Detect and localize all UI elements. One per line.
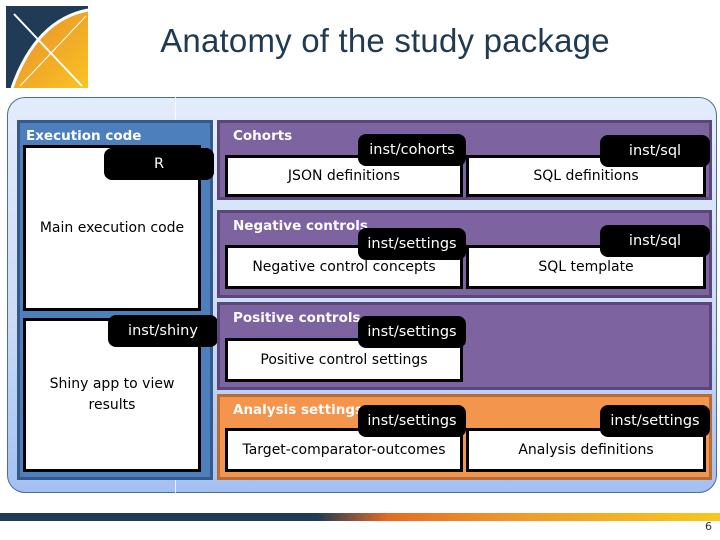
positive-controls-settings-tag: inst/settings bbox=[358, 316, 466, 348]
sql-definitions-label: SQL definitions bbox=[533, 167, 639, 184]
shiny-folder-tag: inst/shiny bbox=[108, 315, 218, 347]
negative-controls-sql-tag: inst/sql bbox=[600, 225, 710, 257]
analysis-settings-title: Analysis settings bbox=[233, 402, 364, 418]
negative-controls-settings-tag: inst/settings bbox=[358, 228, 466, 260]
slide-title: Anatomy of the study package bbox=[160, 22, 610, 59]
cohorts-folder-label: inst/cohorts bbox=[369, 142, 455, 158]
analysis-settings-left-tag: inst/settings bbox=[358, 405, 466, 437]
cohorts-title: Cohorts bbox=[233, 128, 293, 144]
cohorts-sql-folder-label: inst/sql bbox=[628, 143, 682, 159]
r-folder-label: R bbox=[153, 156, 165, 172]
shiny-app-label: Shiny app to view results bbox=[49, 376, 175, 413]
sql-template-label: SQL template bbox=[538, 258, 634, 275]
analysis-definitions-label: Analysis definitions bbox=[518, 441, 654, 458]
main-execution-code-label: Main execution code bbox=[39, 219, 185, 236]
footer-gradient-bar bbox=[0, 513, 720, 521]
analysis-settings-left-label: inst/settings bbox=[367, 413, 457, 429]
cohorts-sql-folder-tag: inst/sql bbox=[600, 135, 710, 167]
positive-controls-settings-label: inst/settings bbox=[367, 324, 457, 340]
analysis-settings-right-label: inst/settings bbox=[610, 413, 700, 429]
positive-controls-title: Positive controls bbox=[233, 310, 361, 326]
cohorts-folder-tag: inst/cohorts bbox=[358, 134, 466, 166]
analysis-settings-right-tag: inst/settings bbox=[600, 405, 710, 437]
page-number: 6 bbox=[705, 520, 712, 533]
negative-controls-title: Negative controls bbox=[233, 218, 368, 234]
execution-code-title: Execution code bbox=[26, 128, 142, 144]
positive-control-settings-label: Positive control settings bbox=[260, 351, 428, 368]
json-definitions-label: JSON definitions bbox=[287, 167, 401, 184]
shiny-folder-label: inst/shiny bbox=[128, 323, 198, 339]
target-comparator-outcomes-label: Target-comparator-outcomes bbox=[242, 441, 446, 458]
negative-controls-settings-label: inst/settings bbox=[367, 236, 457, 252]
r-folder-tag: R bbox=[104, 148, 214, 180]
negative-controls-sql-label: inst/sql bbox=[628, 233, 682, 249]
